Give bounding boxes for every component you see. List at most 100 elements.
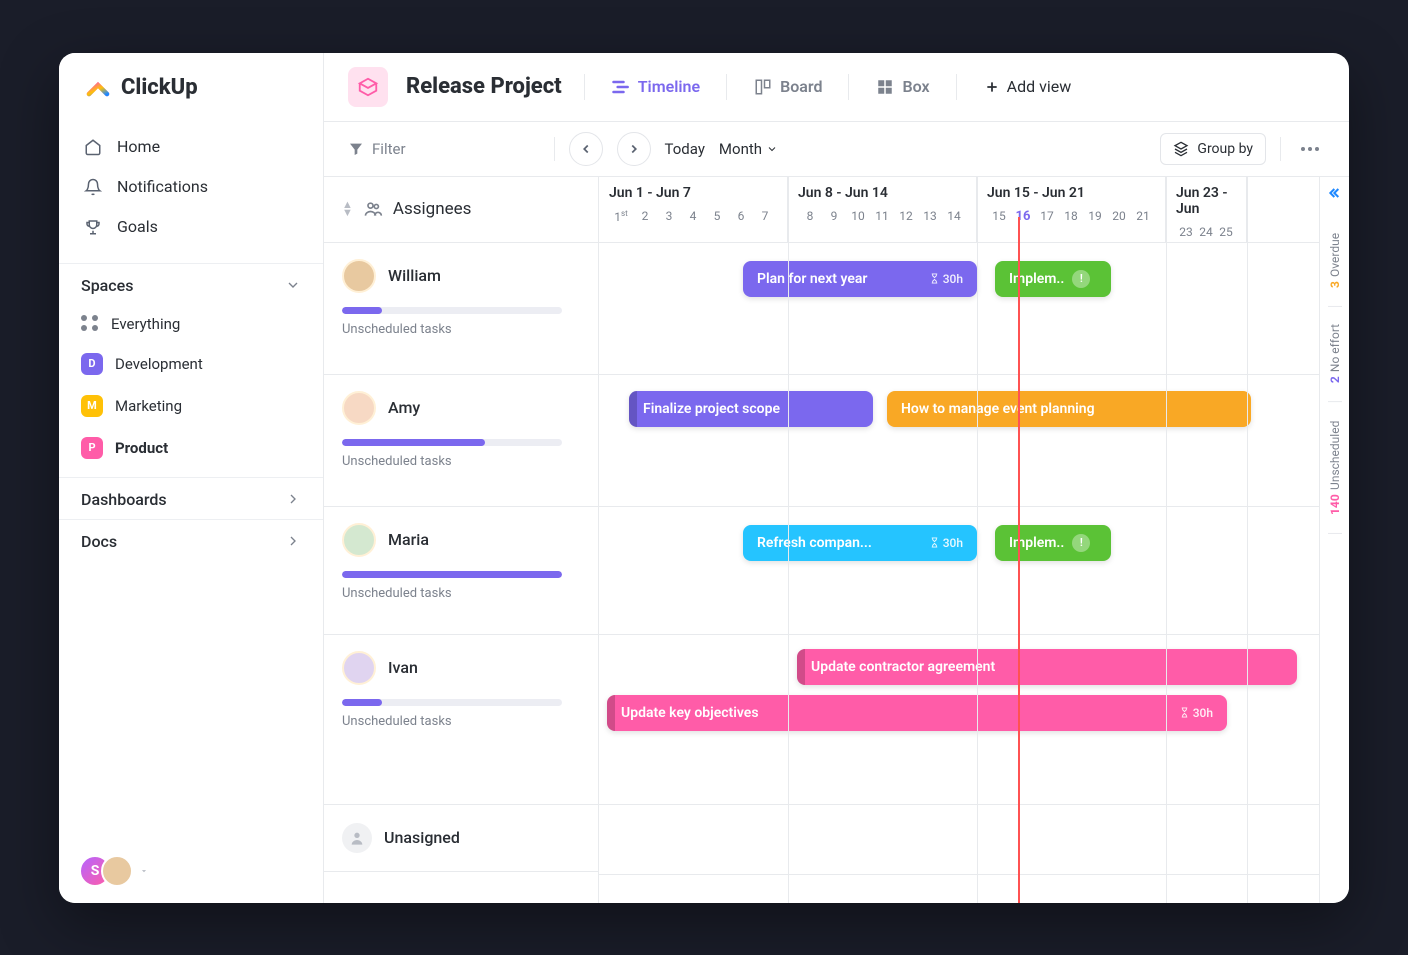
unscheduled-link[interactable]: Unscheduled tasks (342, 454, 580, 469)
next-button[interactable] (617, 132, 651, 166)
nav-label: Home (117, 137, 160, 156)
task-bar[interactable]: Implem..! (995, 525, 1111, 561)
sort-icon: ▲▼ (342, 201, 353, 217)
tab-box[interactable]: Box (871, 71, 933, 103)
nav-notifications[interactable]: Notifications (69, 167, 313, 207)
estimate-badge: 30h (929, 272, 963, 286)
chevron-right-icon (285, 533, 301, 549)
topbar: Release Project Timeline Board Box Add v… (324, 53, 1349, 122)
rail-item[interactable]: 2 No effort (1328, 306, 1342, 402)
space-badge: D (81, 353, 103, 375)
spaces-header[interactable]: Spaces (59, 263, 323, 305)
assignee-name: William (388, 266, 441, 285)
home-icon (83, 137, 103, 157)
sidebar: ClickUp Home Notifications Goals Spaces … (59, 53, 324, 903)
dashboards-section[interactable]: Dashboards (59, 477, 323, 519)
chevron-left-icon (579, 142, 593, 156)
unscheduled-link[interactable]: Unscheduled tasks (342, 586, 580, 601)
unscheduled-link[interactable]: Unscheduled tasks (342, 322, 580, 337)
assignee-name: Ivan (388, 658, 418, 677)
task-bar[interactable]: Refresh compan...30h (743, 525, 977, 561)
divider (848, 74, 849, 100)
task-bar[interactable]: Update key objectives30h (607, 695, 1227, 731)
chevron-double-left-icon (1327, 185, 1343, 201)
docs-section[interactable]: Docs (59, 519, 323, 561)
bell-icon (83, 177, 103, 197)
space-development[interactable]: D Development (59, 343, 323, 385)
main: Release Project Timeline Board Box Add v… (324, 53, 1349, 903)
avatar (342, 391, 376, 425)
collapse-rail-button[interactable] (1327, 181, 1343, 215)
divider (726, 74, 727, 100)
add-view-button[interactable]: Add view (979, 73, 1078, 100)
assignee-row[interactable]: William Unscheduled tasks (324, 243, 598, 375)
timeline-icon (611, 77, 631, 97)
space-badge: P (81, 437, 103, 459)
task-bar[interactable]: Plan for next year30h (743, 261, 977, 297)
nav-home[interactable]: Home (69, 127, 313, 167)
assignee-row[interactable]: Amy Unscheduled tasks (324, 375, 598, 507)
assignee-header[interactable]: ▲▼ Assignees (324, 177, 598, 243)
project-icon (348, 67, 388, 107)
progress-bar (342, 699, 562, 706)
task-bar[interactable]: Finalize project scope (629, 391, 873, 427)
box-icon (875, 77, 895, 97)
range-dropdown[interactable]: Month (719, 140, 778, 158)
estimate-badge: 30h (929, 536, 963, 550)
space-marketing[interactable]: M Marketing (59, 385, 323, 427)
assignee-row[interactable]: Maria Unscheduled tasks (324, 507, 598, 635)
rail-item[interactable]: 140 Unscheduled (1328, 403, 1342, 534)
board-icon (753, 77, 773, 97)
grid-body: Plan for next year30h Implem..! Finalize p… (599, 243, 1349, 875)
today-button[interactable]: Today (665, 140, 705, 158)
people-icon (363, 199, 383, 219)
more-button[interactable] (1295, 141, 1325, 157)
progress-bar (342, 307, 562, 314)
filter-button[interactable]: Filter (348, 140, 406, 158)
sidebar-footer: S (59, 839, 323, 903)
today-line (1018, 217, 1020, 903)
task-bar[interactable]: Update contractor agreement (797, 649, 1297, 685)
assignee-name: Amy (388, 398, 420, 417)
unscheduled-link[interactable]: Unscheduled tasks (342, 714, 580, 729)
nav-label: Notifications (117, 177, 208, 196)
tab-board[interactable]: Board (749, 71, 826, 103)
assignee-name: Maria (388, 530, 429, 549)
avatar (342, 259, 376, 293)
unassigned-row[interactable]: Unasigned (324, 805, 598, 872)
grid-icon (81, 315, 99, 333)
groupby-button[interactable]: Group by (1160, 133, 1266, 165)
assignee-row[interactable]: Ivan Unscheduled tasks (324, 635, 598, 805)
right-rail: 3 Overdue2 No effort140 Unscheduled (1319, 177, 1349, 903)
avatar-stack[interactable]: S (79, 855, 133, 887)
prev-button[interactable] (569, 132, 603, 166)
caret-down-icon[interactable] (139, 866, 149, 876)
progress-bar (342, 439, 562, 446)
estimate-badge: 30h (1179, 706, 1213, 720)
logo[interactable]: ClickUp (59, 53, 323, 121)
avatar (342, 651, 376, 685)
app-window: ClickUp Home Notifications Goals Spaces … (59, 53, 1349, 903)
assignee-column: ▲▼ Assignees WilliamUnscheduled tasksAmy… (324, 177, 599, 903)
space-product[interactable]: P Product (59, 427, 323, 469)
chevron-down-icon (285, 277, 301, 293)
space-everything[interactable]: Everything (59, 305, 323, 343)
divider (956, 74, 957, 100)
trophy-icon (83, 217, 103, 237)
person-icon (342, 823, 372, 853)
grid-header: Jun 1 - Jun 71st234567Jun 8 - Jun 148910… (599, 177, 1349, 243)
task-bar[interactable]: How to manage event planning (887, 391, 1251, 427)
nav-goals[interactable]: Goals (69, 207, 313, 247)
tab-timeline[interactable]: Timeline (607, 71, 704, 103)
chevron-right-icon (285, 491, 301, 507)
toolbar: Filter Today Month Group by (324, 122, 1349, 177)
timeline-grid[interactable]: Jun 1 - Jun 71st234567Jun 8 - Jun 148910… (599, 177, 1349, 903)
timeline: ▲▼ Assignees WilliamUnscheduled tasksAmy… (324, 177, 1349, 903)
nav-list: Home Notifications Goals (59, 121, 323, 263)
task-bar[interactable]: Implem..! (995, 261, 1111, 297)
nav-label: Goals (117, 217, 158, 236)
space-badge: M (81, 395, 103, 417)
plus-icon (985, 80, 999, 94)
rail-item[interactable]: 3 Overdue (1328, 215, 1342, 307)
chevron-down-icon (766, 143, 778, 155)
